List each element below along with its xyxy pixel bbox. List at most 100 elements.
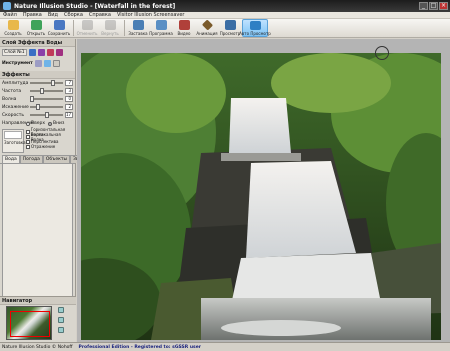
video-icon: [178, 20, 190, 30]
brush-cursor: [375, 46, 389, 60]
redo-button[interactable]: Вернуть: [99, 19, 121, 37]
param-row: Частота 3: [0, 87, 75, 95]
checkbox-box: [26, 134, 30, 139]
video-button[interactable]: Видео: [173, 19, 195, 37]
waterfall-photo[interactable]: [81, 53, 441, 340]
brush-tool-icon[interactable]: [34, 59, 42, 67]
menu-file[interactable]: Файл: [3, 12, 17, 18]
zoom-in-icon[interactable]: [58, 307, 64, 313]
save-button[interactable]: Сохранить: [48, 19, 70, 37]
layer-chip-red[interactable]: [46, 48, 54, 56]
slider-knob[interactable]: [44, 112, 49, 118]
save-icon: [53, 20, 65, 30]
minimize-button[interactable]: _: [419, 2, 428, 10]
wave-tool-icon[interactable]: [43, 59, 51, 67]
toolbar-separator: [124, 20, 125, 36]
slider-knob[interactable]: [51, 80, 56, 86]
param-row: Искажение 2: [0, 103, 75, 111]
amplitude-slider[interactable]: [30, 80, 63, 86]
param-row: Скорость 17: [0, 111, 75, 119]
program-button[interactable]: Программа: [149, 19, 173, 37]
layer-type-tabs: Вода Погода Объекты Звук: [0, 155, 87, 164]
app-icon: [3, 2, 11, 10]
layer-tabs: Слой №1: [0, 47, 75, 57]
water-layer-section-title: Слой Эффекта Воды: [0, 39, 75, 47]
checkbox-box: [26, 139, 30, 144]
undo-icon: [81, 20, 93, 30]
distortion-slider[interactable]: [30, 104, 63, 110]
title-bar: Nature Illusion Studio - [Waterfall in t…: [0, 0, 450, 12]
preset-preview: [4, 131, 22, 139]
slider-knob[interactable]: [39, 88, 44, 94]
fit-icon[interactable]: [58, 327, 64, 333]
speed-slider[interactable]: [30, 112, 63, 118]
menu-view[interactable]: Вид: [48, 12, 58, 18]
maximize-button[interactable]: □: [429, 2, 438, 10]
animation-button[interactable]: Анимация: [196, 19, 218, 37]
direction-label: Направление: [2, 121, 34, 126]
param-value[interactable]: 3: [65, 88, 73, 94]
tab-objects[interactable]: Объекты: [42, 155, 71, 163]
navigator-thumbnail[interactable]: [6, 306, 52, 340]
layer-list[interactable]: [2, 164, 73, 314]
direction-down-radio[interactable]: Вниз: [48, 121, 64, 126]
window-controls: _ □ ×: [419, 2, 448, 10]
reflection-checkbox[interactable]: Отражение: [26, 144, 73, 149]
checkbox-box: [26, 129, 30, 134]
tab-weather[interactable]: Погода: [19, 155, 43, 163]
auto-preview-button[interactable]: Авто Просмотр: [239, 19, 271, 37]
eraser-tool-icon[interactable]: [52, 59, 60, 67]
param-row: Амплитуда 7: [0, 79, 75, 87]
new-button[interactable]: Создать: [2, 19, 24, 37]
menu-visitor[interactable]: Visitor Illusion Screensaver: [117, 12, 185, 18]
preset-box[interactable]: Заготовка: [2, 129, 26, 153]
layer-chip-purple[interactable]: [37, 48, 45, 56]
effect-params: Амплитуда 7 Частота 3 Волна 0 Искажение 2 Ск…: [0, 79, 75, 119]
param-label: Частота: [2, 88, 22, 94]
param-label: Волна: [2, 96, 17, 102]
zoom-out-icon[interactable]: [58, 317, 64, 323]
param-label: Искажение: [2, 104, 29, 110]
layer-chip-magenta[interactable]: [55, 48, 63, 56]
wave-slider[interactable]: [29, 96, 63, 102]
direction-up-radio[interactable]: Вверх: [26, 121, 45, 126]
status-edition: Professional Edition - Registered to: sG…: [78, 344, 201, 350]
param-value[interactable]: 0: [65, 96, 73, 102]
tool-label: Инструмент: [2, 60, 33, 66]
menu-build[interactable]: Сборка: [64, 12, 83, 18]
param-row: Волна 0: [0, 95, 75, 103]
new-icon: [7, 20, 19, 30]
window-title: Nature Illusion Studio - [Waterfall in t…: [14, 2, 176, 10]
undo-button[interactable]: Отменить: [76, 19, 98, 37]
redo-icon: [104, 20, 116, 30]
menu-edit[interactable]: Правка: [23, 12, 42, 18]
open-button[interactable]: Открыть: [25, 19, 47, 37]
param-value[interactable]: 7: [65, 80, 73, 86]
toolbar: Создать Открыть Сохранить Отменить Верну…: [0, 19, 450, 38]
toolbar-separator: [73, 20, 74, 36]
screensaver-button[interactable]: Заставка: [127, 19, 149, 37]
slider-knob[interactable]: [36, 104, 41, 110]
screensaver-icon: [132, 20, 144, 30]
layer-tab-1[interactable]: Слой №1: [2, 48, 27, 56]
param-value[interactable]: 17: [65, 112, 73, 118]
layer-chip-blue[interactable]: [28, 48, 36, 56]
view-frame[interactable]: [10, 311, 50, 337]
slider-knob[interactable]: [29, 96, 34, 102]
preview-button[interactable]: Просмотр: [219, 19, 241, 37]
status-copyright: Nature Illusion Studio © Nohoff: [2, 344, 73, 350]
menu-help[interactable]: Справка: [89, 12, 111, 18]
tab-water[interactable]: Вода: [2, 155, 20, 163]
preset-options: Горизонтальная Волна Вертикальная Волна …: [24, 127, 73, 153]
auto-preview-icon: [249, 21, 261, 30]
program-icon: [155, 20, 167, 30]
param-value[interactable]: 2: [65, 104, 73, 110]
waterfall-image: [81, 53, 441, 340]
effects-section-title: Эффекты: [0, 71, 75, 79]
radio-dot: [26, 121, 30, 126]
preset-block: Заготовка Горизонтальная Волна Вертикаль…: [0, 127, 75, 154]
open-icon: [30, 20, 42, 30]
close-button[interactable]: ×: [439, 2, 448, 10]
canvas-area[interactable]: [77, 39, 450, 342]
frequency-slider[interactable]: [30, 88, 63, 94]
